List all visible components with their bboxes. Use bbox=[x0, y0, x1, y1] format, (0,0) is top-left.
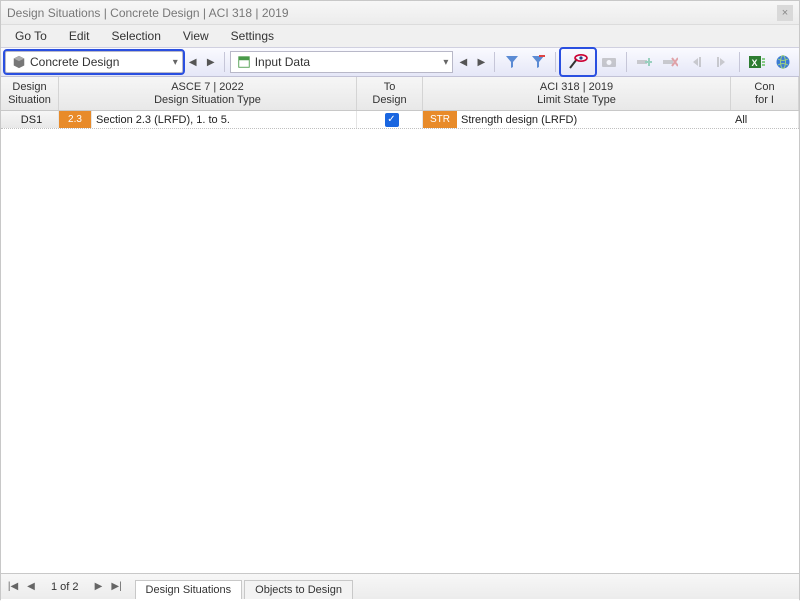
titlebar: Design Situations | Concrete Design | AC… bbox=[1, 1, 799, 25]
excel-icon: X bbox=[748, 54, 766, 70]
row-shift-left-tool[interactable] bbox=[684, 50, 708, 74]
table-row[interactable]: DS1 2.3 Section 2.3 (LRFD), 1. to 5. STR… bbox=[1, 111, 799, 129]
arrow-right-bar-icon bbox=[714, 54, 730, 70]
tab-design-situations[interactable]: Design Situations bbox=[135, 580, 243, 599]
nav-next-module[interactable]: ▶ bbox=[203, 51, 219, 73]
col-header-limit-state[interactable]: ACI 318 | 2019 Limit State Type bbox=[423, 77, 731, 110]
page-prev[interactable]: ◀ bbox=[23, 578, 39, 596]
col-header-to-design[interactable]: To Design bbox=[357, 77, 423, 110]
row-insert-icon bbox=[636, 54, 652, 70]
menu-goto[interactable]: Go To bbox=[5, 27, 57, 45]
toolbar: Concrete Design ▾ ◀ ▶ Input Data ▾ ◀ ▶ bbox=[1, 47, 799, 77]
col-header-design-situation[interactable]: Design Situation bbox=[1, 77, 59, 110]
globe-icon bbox=[775, 54, 791, 70]
con-cell[interactable]: All bbox=[731, 111, 799, 128]
data-category-combo[interactable]: Input Data ▾ bbox=[230, 51, 454, 73]
eye-pointer-icon bbox=[567, 53, 589, 71]
tab-objects-to-design[interactable]: Objects to Design bbox=[244, 580, 353, 599]
filter-minus-icon bbox=[530, 54, 546, 70]
sheet-icon bbox=[237, 55, 251, 69]
arrow-left-bar-icon bbox=[688, 54, 704, 70]
close-button[interactable]: × bbox=[777, 5, 793, 21]
grid-header: Design Situation ASCE 7 | 2022 Design Si… bbox=[1, 77, 799, 111]
nav-prev-data[interactable]: ◀ bbox=[455, 51, 471, 73]
globe-tool[interactable] bbox=[771, 50, 795, 74]
chevron-down-icon: ▾ bbox=[443, 57, 448, 68]
insert-row-tool[interactable] bbox=[632, 50, 656, 74]
highlighted-view-tool[interactable] bbox=[561, 49, 595, 75]
situation-code-badge: 2.3 bbox=[59, 111, 91, 128]
limit-type-text[interactable]: Strength design (LRFD) bbox=[457, 111, 731, 128]
page-indicator: 1 of 2 bbox=[41, 581, 89, 593]
filter-add-tool[interactable] bbox=[500, 50, 524, 74]
row-delete-icon bbox=[662, 54, 678, 70]
menu-view[interactable]: View bbox=[173, 27, 219, 45]
page-last[interactable]: ▶| bbox=[109, 578, 125, 596]
cube-icon bbox=[12, 55, 26, 69]
menu-edit[interactable]: Edit bbox=[59, 27, 100, 45]
data-category-label: Input Data bbox=[255, 55, 310, 69]
nav-next-data[interactable]: ▶ bbox=[473, 51, 489, 73]
window-title: Design Situations | Concrete Design | AC… bbox=[7, 6, 289, 20]
design-module-combo[interactable]: Concrete Design ▾ bbox=[5, 51, 183, 73]
menu-settings[interactable]: Settings bbox=[221, 27, 284, 45]
page-first[interactable]: |◀ bbox=[5, 578, 21, 596]
row-shift-right-tool[interactable] bbox=[710, 50, 734, 74]
row-ds-id: DS1 bbox=[1, 111, 59, 128]
filter-remove-tool[interactable] bbox=[526, 50, 550, 74]
page-next[interactable]: ▶ bbox=[91, 578, 107, 596]
to-design-cell[interactable] bbox=[357, 111, 423, 128]
menu-selection[interactable]: Selection bbox=[102, 27, 171, 45]
to-design-checkbox[interactable] bbox=[385, 113, 399, 127]
camera-icon bbox=[601, 54, 617, 70]
col-header-situation-type[interactable]: ASCE 7 | 2022 Design Situation Type bbox=[59, 77, 357, 110]
filter-plus-icon bbox=[504, 54, 520, 70]
chevron-down-icon: ▾ bbox=[173, 57, 178, 68]
menubar: Go To Edit Selection View Settings bbox=[1, 25, 799, 47]
statusbar: |◀ ◀ 1 of 2 ▶ ▶| Design Situations Objec… bbox=[1, 573, 799, 599]
design-module-label: Concrete Design bbox=[30, 55, 119, 69]
col-header-con[interactable]: Con for I bbox=[731, 77, 799, 110]
nav-prev-module[interactable]: ◀ bbox=[185, 51, 201, 73]
delete-row-tool[interactable] bbox=[658, 50, 682, 74]
screenshot-tool[interactable] bbox=[597, 50, 621, 74]
situation-type-text[interactable]: Section 2.3 (LRFD), 1. to 5. bbox=[91, 111, 357, 128]
limit-code-badge: STR bbox=[423, 111, 457, 128]
export-excel-tool[interactable]: X bbox=[745, 50, 769, 74]
svg-text:X: X bbox=[752, 58, 758, 68]
grid-body[interactable]: DS1 2.3 Section 2.3 (LRFD), 1. to 5. STR… bbox=[1, 111, 799, 601]
